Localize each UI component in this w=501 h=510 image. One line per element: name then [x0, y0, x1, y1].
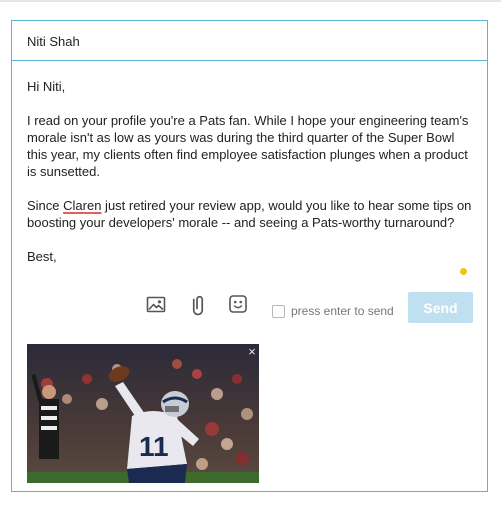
message-composer: Niti Shah Hi Niti, I read on your profil… [11, 20, 488, 492]
paragraph-2: Since Claren just retired your review ap… [27, 197, 477, 231]
paragraph-2-start: Since [27, 198, 64, 213]
signoff-text: Best, [27, 249, 57, 264]
press-enter-checkbox[interactable] [272, 305, 285, 318]
paperclip-icon[interactable] [186, 294, 208, 316]
remove-attachment-button[interactable]: × [246, 345, 258, 358]
misspelled-word[interactable]: Claren [63, 198, 101, 213]
message-body[interactable]: Hi Niti, I read on your profile you're a… [27, 78, 477, 282]
image-icon[interactable] [145, 294, 167, 316]
send-button[interactable]: Send [408, 292, 473, 323]
status-dot [460, 268, 467, 275]
recipient-name: Niti Shah [27, 34, 80, 49]
jersey-number: 11 [139, 431, 169, 462]
paragraph-1: I read on your profile you're a Pats fan… [27, 113, 469, 179]
recipient-field[interactable]: Niti Shah [12, 21, 487, 61]
football-player-photo: 11 [27, 344, 259, 483]
greeting-text: Hi Niti, [27, 79, 66, 94]
press-enter-label[interactable]: press enter to send [291, 304, 394, 318]
image-attachment[interactable]: 11 × [27, 344, 259, 483]
top-divider [0, 0, 501, 2]
emoji-icon[interactable] [227, 293, 249, 315]
